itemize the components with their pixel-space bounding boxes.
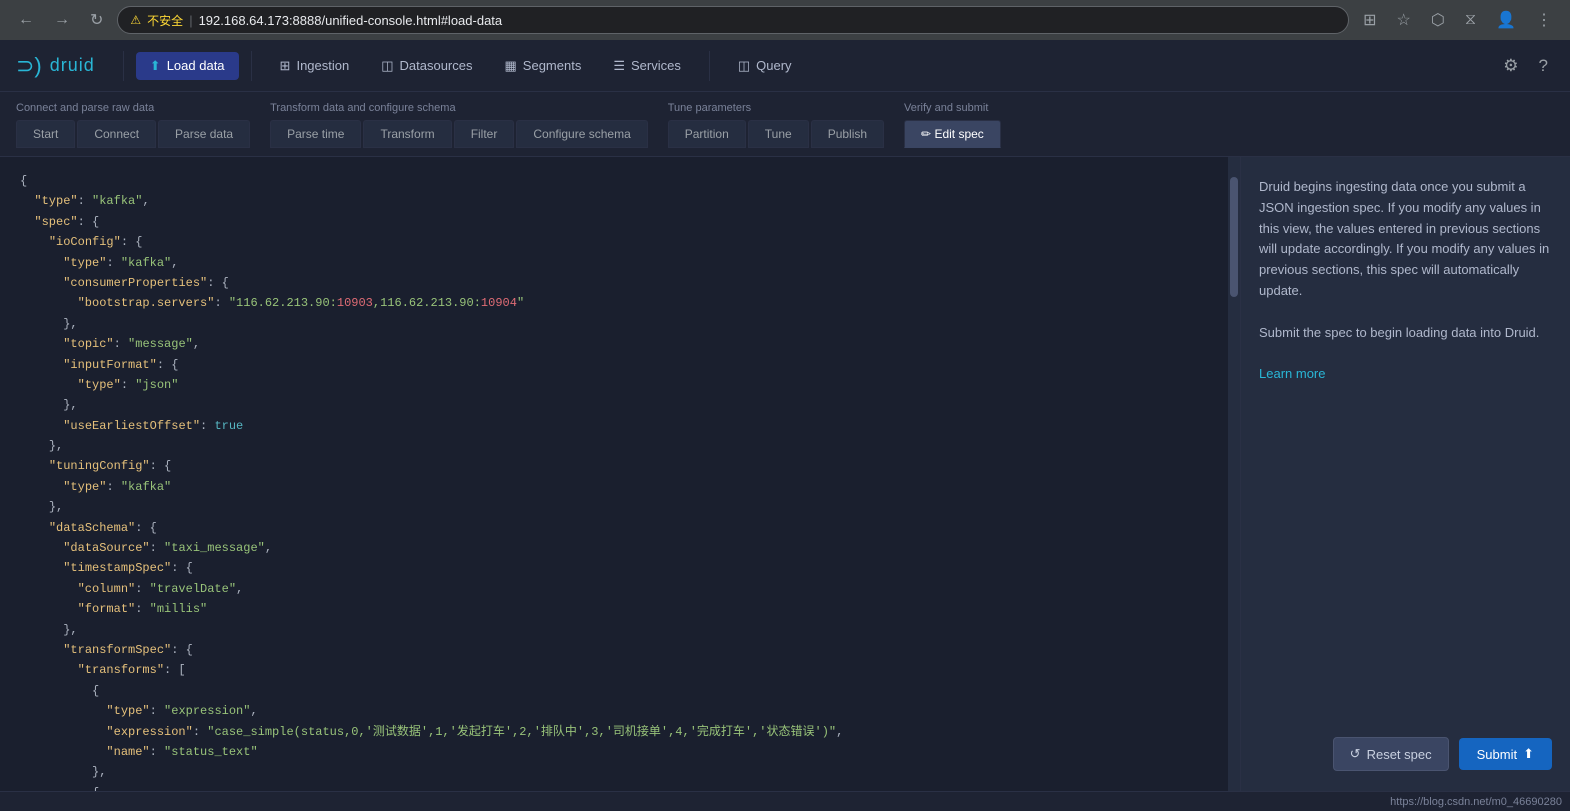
info-paragraph-2: Submit the spec to begin loading data in… bbox=[1259, 323, 1552, 344]
wizard-group-tune-label: Tune parameters bbox=[668, 102, 884, 114]
submit-label: Submit bbox=[1477, 747, 1517, 762]
status-bar: https://blog.csdn.net/m0_46690280 bbox=[0, 791, 1570, 811]
tab-configure-schema[interactable]: Configure schema bbox=[516, 120, 647, 148]
tab-transform[interactable]: Transform bbox=[363, 120, 451, 148]
nav-back-button[interactable]: ← bbox=[12, 7, 40, 33]
tab-partition[interactable]: Partition bbox=[668, 120, 746, 148]
address-bar[interactable]: ⚠ 不安全 | 192.168.64.173:8888/unified-cons… bbox=[117, 6, 1349, 34]
wizard-group-connect-tabs: Start Connect Parse data bbox=[16, 120, 250, 148]
wizard-group-transform-label: Transform data and configure schema bbox=[270, 102, 648, 114]
ingestion-nav-button[interactable]: ⊞ Ingestion bbox=[264, 52, 366, 80]
reset-label: Reset spec bbox=[1367, 747, 1432, 762]
info-paragraph-1: Druid begins ingesting data once you sub… bbox=[1259, 177, 1552, 302]
wizard-group-verify: Verify and submit ✏ Edit spec bbox=[904, 102, 1001, 148]
help-button[interactable]: ? bbox=[1533, 52, 1554, 80]
load-data-icon: ⬆ bbox=[150, 58, 161, 74]
address-url: 192.168.64.173:8888/unified-console.html… bbox=[199, 13, 503, 28]
datasources-label: Datasources bbox=[400, 58, 473, 73]
wizard-group-transform-tabs: Parse time Transform Filter Configure sc… bbox=[270, 120, 648, 148]
datasources-icon: ◫ bbox=[381, 58, 393, 74]
ingestion-icon: ⊞ bbox=[280, 58, 291, 74]
info-actions: ↺ Reset spec Submit ⬆ bbox=[1259, 737, 1552, 771]
druid-logo-icon: ⊃) bbox=[16, 53, 42, 79]
header-divider-3 bbox=[709, 51, 710, 81]
logo-text: druid bbox=[50, 55, 95, 76]
submit-icon: ⬆ bbox=[1523, 746, 1534, 762]
editor-panel: { "type": "kafka", "spec": { "ioConfig":… bbox=[0, 157, 1240, 791]
browser-chrome: ← → ↻ ⚠ 不安全 | 192.168.64.173:8888/unifie… bbox=[0, 0, 1570, 40]
query-icon: ◫ bbox=[738, 58, 750, 74]
load-data-button[interactable]: ⬆ Load data bbox=[136, 52, 239, 80]
tab-edit-spec[interactable]: ✏ Edit spec bbox=[904, 120, 1001, 148]
header-divider-2 bbox=[251, 51, 252, 81]
edit-spec-icon: ✏ bbox=[921, 127, 931, 141]
reset-spec-button[interactable]: ↺ Reset spec bbox=[1333, 737, 1449, 771]
services-label: Services bbox=[631, 58, 681, 73]
puzzle-button[interactable]: ⧖ bbox=[1459, 7, 1482, 33]
wizard-steps: Connect and parse raw data Start Connect… bbox=[0, 92, 1570, 157]
services-nav-button[interactable]: ☰ Services bbox=[597, 52, 697, 80]
wizard-group-verify-label: Verify and submit bbox=[904, 102, 1001, 114]
submit-button[interactable]: Submit ⬆ bbox=[1459, 738, 1552, 770]
wizard-group-sep-3 bbox=[884, 102, 904, 148]
translate-button[interactable]: ⊞ bbox=[1357, 6, 1382, 34]
learn-more-link[interactable]: Learn more bbox=[1259, 366, 1325, 381]
datasources-nav-button[interactable]: ◫ Datasources bbox=[365, 52, 488, 80]
nav-reload-button[interactable]: ↻ bbox=[84, 6, 109, 34]
address-separator: | bbox=[189, 13, 192, 28]
tab-start[interactable]: Start bbox=[16, 120, 75, 148]
code-editor[interactable]: { "type": "kafka", "spec": { "ioConfig":… bbox=[0, 157, 1240, 791]
info-text-content: Druid begins ingesting data once you sub… bbox=[1259, 177, 1552, 717]
query-label: Query bbox=[756, 58, 791, 73]
load-data-label: Load data bbox=[167, 58, 225, 73]
wizard-groups: Connect and parse raw data Start Connect… bbox=[16, 102, 1554, 148]
info-panel: Druid begins ingesting data once you sub… bbox=[1240, 157, 1570, 791]
wizard-group-tune-tabs: Partition Tune Publish bbox=[668, 120, 884, 148]
logo-area: ⊃) druid bbox=[16, 53, 95, 79]
tab-filter[interactable]: Filter bbox=[454, 120, 515, 148]
menu-button[interactable]: ⋮ bbox=[1530, 6, 1558, 34]
editor-scrollbar[interactable] bbox=[1228, 157, 1240, 791]
services-icon: ☰ bbox=[613, 58, 625, 74]
segments-nav-button[interactable]: ▦ Segments bbox=[489, 52, 598, 80]
tab-parse-time[interactable]: Parse time bbox=[270, 120, 361, 148]
header-divider bbox=[123, 51, 124, 81]
wizard-group-connect: Connect and parse raw data Start Connect… bbox=[16, 102, 250, 148]
settings-button[interactable]: ⚙ bbox=[1497, 52, 1524, 80]
wizard-group-tune: Tune parameters Partition Tune Publish bbox=[668, 102, 884, 148]
tab-tune[interactable]: Tune bbox=[748, 120, 809, 148]
wizard-group-sep-1 bbox=[250, 102, 270, 148]
reset-icon: ↺ bbox=[1350, 746, 1361, 762]
extension-button[interactable]: ⬡ bbox=[1425, 6, 1451, 34]
wizard-group-verify-tabs: ✏ Edit spec bbox=[904, 120, 1001, 148]
main-content: { "type": "kafka", "spec": { "ioConfig":… bbox=[0, 157, 1570, 791]
wizard-group-sep-2 bbox=[648, 102, 668, 148]
browser-action-buttons: ⊞ ☆ ⬡ ⧖ 👤 ⋮ bbox=[1357, 6, 1558, 34]
bookmark-button[interactable]: ☆ bbox=[1391, 6, 1417, 34]
warning-text: 不安全 bbox=[147, 12, 183, 29]
segments-icon: ▦ bbox=[505, 58, 517, 74]
profile-button[interactable]: 👤 bbox=[1490, 6, 1522, 34]
wizard-group-connect-label: Connect and parse raw data bbox=[16, 102, 250, 114]
nav-forward-button[interactable]: → bbox=[48, 7, 76, 33]
header-right-actions: ⚙ ? bbox=[1497, 52, 1554, 80]
tab-publish[interactable]: Publish bbox=[811, 120, 884, 148]
app-header: ⊃) druid ⬆ Load data ⊞ Ingestion ◫ Datas… bbox=[0, 40, 1570, 92]
wizard-group-transform: Transform data and configure schema Pars… bbox=[270, 102, 648, 148]
ingestion-label: Ingestion bbox=[296, 58, 349, 73]
segments-label: Segments bbox=[523, 58, 582, 73]
scrollbar-thumb[interactable] bbox=[1230, 177, 1238, 297]
query-nav-button[interactable]: ◫ Query bbox=[722, 52, 808, 80]
security-warning-icon: ⚠ bbox=[130, 13, 141, 27]
tab-parse-data[interactable]: Parse data bbox=[158, 120, 250, 148]
tab-connect[interactable]: Connect bbox=[77, 120, 156, 148]
